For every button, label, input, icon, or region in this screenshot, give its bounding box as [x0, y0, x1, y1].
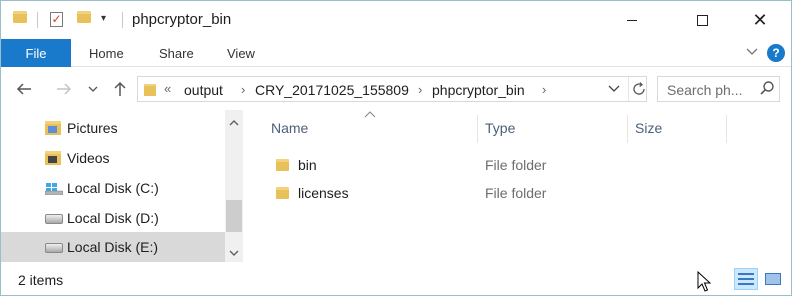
- mouse-cursor-icon: [697, 270, 712, 293]
- navigation-bar: « output › CRY_20171025_155809 › phpcryp…: [1, 68, 791, 110]
- breadcrumb-chevron-icon[interactable]: ›: [241, 82, 245, 97]
- recent-locations-button[interactable]: [85, 78, 101, 100]
- nav-item-local-disk-c[interactable]: Local Disk (C:): [1, 173, 225, 203]
- file-name: bin: [298, 157, 317, 173]
- column-divider[interactable]: [627, 115, 628, 143]
- tab-share[interactable]: Share: [159, 39, 194, 67]
- breadcrumb-phpcryptor-bin[interactable]: phpcryptor_bin: [432, 82, 525, 98]
- videos-folder-icon: [45, 151, 61, 165]
- address-folder-icon: [144, 84, 156, 96]
- ribbon: File Home Share View ?: [1, 39, 791, 67]
- column-divider[interactable]: [477, 115, 478, 143]
- column-header-name[interactable]: Name: [271, 120, 308, 136]
- explorer-window: ✓ ▾ phpcryptor_bin ✕ File Home Share Vie…: [0, 0, 792, 296]
- tab-file[interactable]: File: [1, 39, 71, 67]
- back-arrow-icon: [16, 83, 31, 95]
- refresh-button[interactable]: [628, 77, 648, 101]
- close-icon: ✕: [752, 10, 768, 30]
- minimize-icon: [627, 19, 637, 21]
- chevron-down-icon: [608, 85, 620, 92]
- nav-item-videos[interactable]: Videos: [1, 143, 225, 173]
- customize-quick-access-dropdown-icon[interactable]: ▾: [101, 13, 106, 24]
- nav-item-local-disk-d[interactable]: Local Disk (D:): [1, 203, 225, 233]
- column-header-type[interactable]: Type: [485, 120, 515, 136]
- search-icon[interactable]: [759, 80, 775, 100]
- maximize-button[interactable]: [679, 1, 725, 39]
- nav-item-label: Local Disk (D:): [67, 210, 159, 226]
- window-title: phpcryptor_bin: [132, 11, 232, 28]
- nav-item-label: Videos: [67, 150, 110, 166]
- forward-button[interactable]: [53, 78, 75, 100]
- windows-drive-icon: [44, 183, 64, 196]
- file-row-licenses[interactable]: licenses File folder: [266, 181, 786, 207]
- folder-icon: [276, 159, 289, 171]
- file-name: licenses: [298, 185, 349, 201]
- details-view-button[interactable]: [734, 268, 758, 290]
- scroll-thumb[interactable]: [226, 200, 242, 232]
- nav-item-label: Pictures: [67, 120, 118, 136]
- maximize-icon: [696, 14, 708, 26]
- large-icons-view-icon: [765, 273, 781, 285]
- drive-icon: [45, 214, 63, 224]
- folder-icon: [276, 187, 289, 199]
- expand-ribbon-chevron-icon[interactable]: [745, 45, 759, 59]
- nav-item-label: Local Disk (E:): [67, 239, 159, 255]
- properties-icon[interactable]: ✓: [50, 12, 63, 27]
- new-folder-icon[interactable]: [77, 11, 91, 23]
- column-divider[interactable]: [726, 115, 727, 143]
- help-icon[interactable]: ?: [767, 44, 785, 62]
- back-button[interactable]: [13, 78, 35, 100]
- nav-item-label: Local Disk (C:): [67, 180, 159, 196]
- address-bar[interactable]: « output › CRY_20171025_155809 › phpcryp…: [137, 76, 647, 102]
- folder-icon: [13, 11, 27, 23]
- search-box[interactable]: Search ph...: [657, 76, 780, 102]
- scroll-up-icon[interactable]: [225, 113, 243, 131]
- address-history-dropdown[interactable]: [608, 81, 620, 98]
- breadcrumb-chevron-icon[interactable]: ›: [542, 82, 546, 97]
- close-button[interactable]: ✕: [737, 1, 783, 39]
- address-overflow-icon[interactable]: «: [164, 81, 171, 96]
- file-type: File folder: [485, 157, 547, 173]
- column-header-size[interactable]: Size: [635, 120, 662, 136]
- scroll-down-icon[interactable]: [225, 244, 243, 262]
- status-bar: 2 items: [1, 263, 791, 295]
- title-separator: [122, 12, 123, 28]
- quick-access-separator: [37, 12, 38, 28]
- drive-icon: [45, 243, 63, 253]
- item-count: 2 items: [18, 272, 64, 288]
- navigation-pane: Pictures Videos Local Disk (C:) Local Di…: [1, 110, 246, 262]
- title-bar: ✓ ▾ phpcryptor_bin ✕: [1, 1, 791, 39]
- sort-ascending-icon: [364, 110, 376, 121]
- refresh-icon: [632, 82, 645, 95]
- navigation-pane-scrollbar[interactable]: [225, 110, 243, 262]
- breadcrumb-output[interactable]: output: [184, 82, 223, 98]
- file-type: File folder: [485, 185, 547, 201]
- up-button[interactable]: [109, 78, 131, 100]
- large-icons-view-button[interactable]: [761, 268, 785, 290]
- nav-item-local-disk-e[interactable]: Local Disk (E:): [1, 232, 225, 262]
- breadcrumb-chevron-icon[interactable]: ›: [418, 82, 422, 97]
- chevron-down-icon: [88, 86, 98, 92]
- pictures-folder-icon: [45, 121, 61, 135]
- breadcrumb-cry-folder[interactable]: CRY_20171025_155809: [255, 82, 409, 98]
- file-row-bin[interactable]: bin File folder: [266, 153, 786, 179]
- minimize-button[interactable]: [609, 1, 655, 39]
- up-arrow-icon: [114, 81, 126, 96]
- nav-item-pictures[interactable]: Pictures: [1, 113, 225, 143]
- details-view-icon: [738, 273, 754, 285]
- tab-view[interactable]: View: [227, 39, 255, 67]
- search-placeholder[interactable]: Search ph...: [667, 82, 743, 98]
- forward-arrow-icon: [57, 83, 72, 95]
- tab-home[interactable]: Home: [89, 39, 124, 67]
- file-list: Name Type Size bin File folder licenses …: [246, 110, 791, 262]
